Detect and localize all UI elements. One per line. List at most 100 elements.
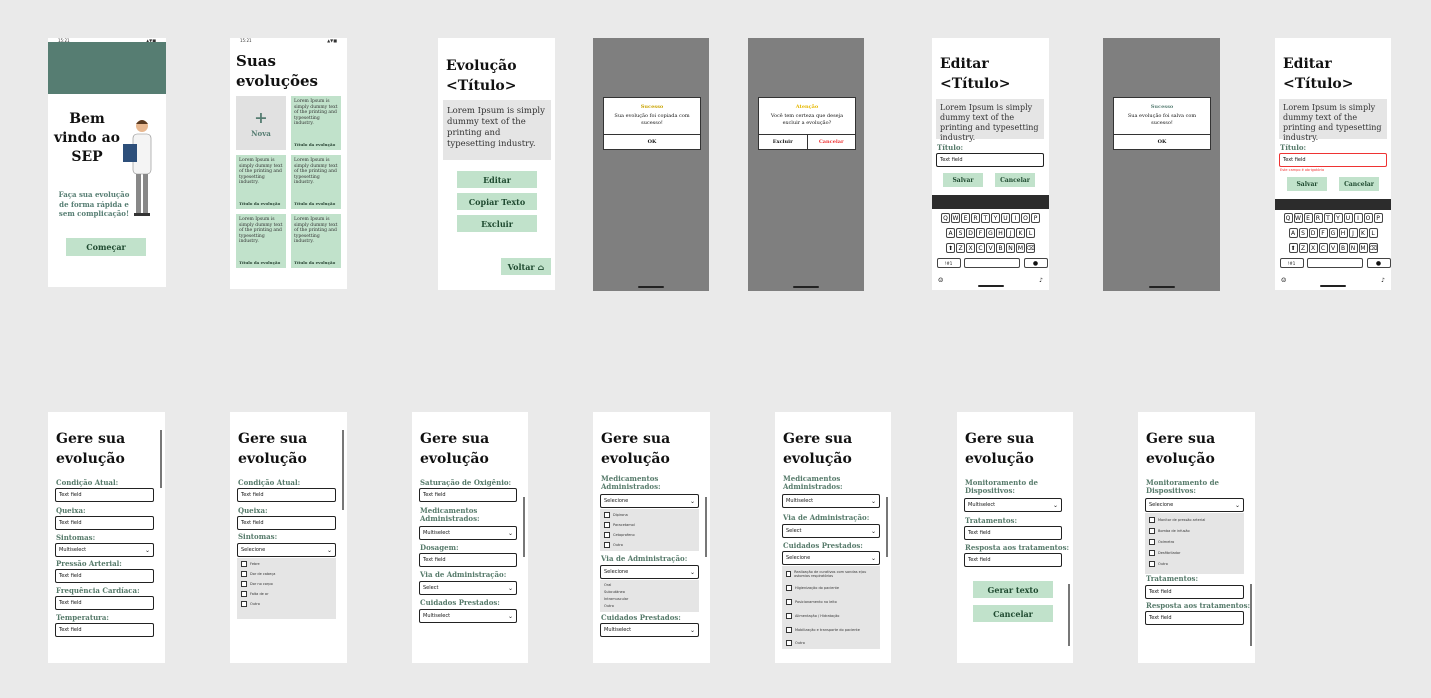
key[interactable]: D — [966, 228, 975, 238]
option-row[interactable]: Outro — [237, 599, 336, 609]
option-row[interactable]: Outro — [1145, 558, 1244, 569]
option-row[interactable]: Higienização do paciente — [782, 581, 880, 595]
sintomas-select[interactable]: Selecione ⌄ — [237, 543, 336, 557]
checkbox[interactable] — [1149, 549, 1155, 556]
key[interactable]: Y — [991, 213, 1000, 223]
delete-button[interactable]: Excluir — [457, 215, 537, 232]
checkbox[interactable] — [786, 599, 792, 605]
option-row[interactable]: Posicionamento no leito — [782, 595, 880, 609]
option-row[interactable]: Dipirona — [600, 510, 699, 520]
key[interactable]: K — [1016, 228, 1025, 238]
option-row[interactable]: Cetoprofeno — [600, 530, 699, 540]
via-select[interactable]: Selecione ⌄ — [600, 565, 699, 579]
key[interactable]: P — [1031, 213, 1040, 223]
freq-field[interactable]: Text field — [55, 596, 154, 610]
key[interactable]: E — [961, 213, 970, 223]
checkbox[interactable] — [241, 581, 247, 587]
key[interactable]: X — [966, 243, 975, 253]
key[interactable]: J — [1006, 228, 1015, 238]
scrollbar[interactable] — [705, 497, 707, 557]
scrollbar[interactable] — [160, 430, 162, 488]
key[interactable]: O — [1021, 213, 1030, 223]
key[interactable]: F — [1318, 228, 1328, 238]
cuidados-select[interactable]: Selecione ⌄ — [782, 551, 880, 565]
key[interactable]: I — [1011, 213, 1020, 223]
checkbox[interactable] — [604, 542, 610, 548]
scrollbar[interactable] — [523, 497, 525, 557]
scrollbar[interactable] — [886, 497, 888, 557]
scrollbar[interactable] — [1068, 584, 1070, 646]
sintomas-select[interactable]: Multiselect ⌄ — [55, 543, 154, 557]
option-row[interactable]: Alimentação / Hidratação — [782, 609, 880, 623]
copy-text-button[interactable]: Copiar Texto — [457, 193, 537, 210]
meds-select[interactable]: Selecione ⌄ — [600, 494, 699, 508]
key[interactable]: M — [1016, 243, 1025, 253]
key[interactable]: W — [951, 213, 960, 223]
key[interactable]: R — [971, 213, 980, 223]
checkbox[interactable] — [604, 522, 610, 528]
meds-select[interactable]: Multiselect ⌄ — [782, 494, 880, 508]
temp-field[interactable]: Text field — [55, 623, 154, 637]
key[interactable]: B — [1338, 243, 1348, 253]
evolution-card[interactable]: Lorem Ipsum is simply dummy text of the … — [236, 214, 286, 268]
sat-field[interactable]: Text field — [419, 488, 517, 502]
key[interactable]: W — [1293, 213, 1303, 223]
mic-icon[interactable]: ♪ — [1381, 277, 1385, 284]
space-key[interactable] — [1307, 258, 1363, 268]
checkbox[interactable] — [1149, 527, 1155, 534]
key[interactable]: B — [996, 243, 1005, 253]
option-row[interactable]: Monitor de pressão arterial — [1145, 514, 1244, 525]
option-row[interactable]: Paracetamol — [600, 520, 699, 530]
key[interactable]: Q — [941, 213, 950, 223]
key[interactable]: ⬆ — [1288, 243, 1298, 253]
space-key[interactable] — [964, 258, 1020, 268]
numbers-key[interactable]: !#1 — [1279, 258, 1304, 268]
key[interactable]: T — [1323, 213, 1333, 223]
key[interactable]: J — [1348, 228, 1358, 238]
option-row[interactable]: Bomba de infusão — [1145, 525, 1244, 536]
option-row[interactable]: Oxímetro — [1145, 536, 1244, 547]
option-row[interactable]: Febre — [237, 559, 336, 569]
cancel-button[interactable]: Cancelar — [995, 173, 1035, 187]
generate-text-button[interactable]: Gerar texto — [973, 581, 1053, 598]
queixa-field[interactable]: Text field — [237, 516, 336, 530]
key[interactable]: E — [1303, 213, 1313, 223]
key[interactable]: L — [1026, 228, 1035, 238]
key[interactable]: Z — [1298, 243, 1308, 253]
option-row[interactable]: Outro — [782, 637, 880, 649]
trat-field[interactable]: Text field — [1145, 585, 1244, 599]
save-button[interactable]: Salvar — [1287, 177, 1327, 191]
key[interactable]: F — [976, 228, 985, 238]
checkbox[interactable] — [604, 532, 610, 538]
ok-button[interactable]: OK — [1114, 135, 1210, 149]
trat-field[interactable]: Text field — [964, 526, 1062, 540]
key[interactable]: H — [1338, 228, 1348, 238]
emoji-icon[interactable]: ☺ — [1281, 277, 1286, 284]
option-row[interactable]: Realização de curativos com sondas e/ou … — [782, 567, 880, 581]
numbers-key[interactable]: !#1 — [936, 258, 961, 268]
monit-select[interactable]: Selecione ⌄ — [1145, 498, 1244, 512]
key[interactable]: K — [1358, 228, 1368, 238]
cancel-button[interactable]: Cancelar — [973, 605, 1053, 622]
checkbox[interactable] — [241, 571, 247, 577]
key[interactable]: S — [956, 228, 965, 238]
key[interactable]: Q — [1283, 213, 1293, 223]
checkbox[interactable] — [241, 601, 247, 607]
evolution-card[interactable]: Lorem Ipsum is simply dummy text of the … — [291, 214, 341, 268]
key[interactable]: D — [1308, 228, 1318, 238]
option-row[interactable]: Subcutâneo — [600, 588, 699, 595]
resp-field[interactable]: Text field — [964, 553, 1062, 567]
key[interactable]: ⌫ — [1026, 243, 1035, 253]
checkbox[interactable] — [786, 627, 792, 633]
emoji-icon[interactable]: ☺ — [938, 277, 943, 284]
evolution-card[interactable]: Lorem Ipsum is simply dummy text of the … — [236, 155, 286, 209]
checkbox[interactable] — [786, 571, 792, 577]
evolution-card[interactable]: Lorem Ipsum is simply dummy text of the … — [291, 155, 341, 209]
title-field[interactable]: Text field — [936, 153, 1044, 167]
key[interactable]: O — [1363, 213, 1373, 223]
via-select[interactable]: Select ⌄ — [782, 524, 880, 538]
checkbox[interactable] — [1149, 516, 1155, 523]
key[interactable]: C — [976, 243, 985, 253]
key[interactable]: A — [1288, 228, 1298, 238]
checkbox[interactable] — [786, 585, 792, 591]
